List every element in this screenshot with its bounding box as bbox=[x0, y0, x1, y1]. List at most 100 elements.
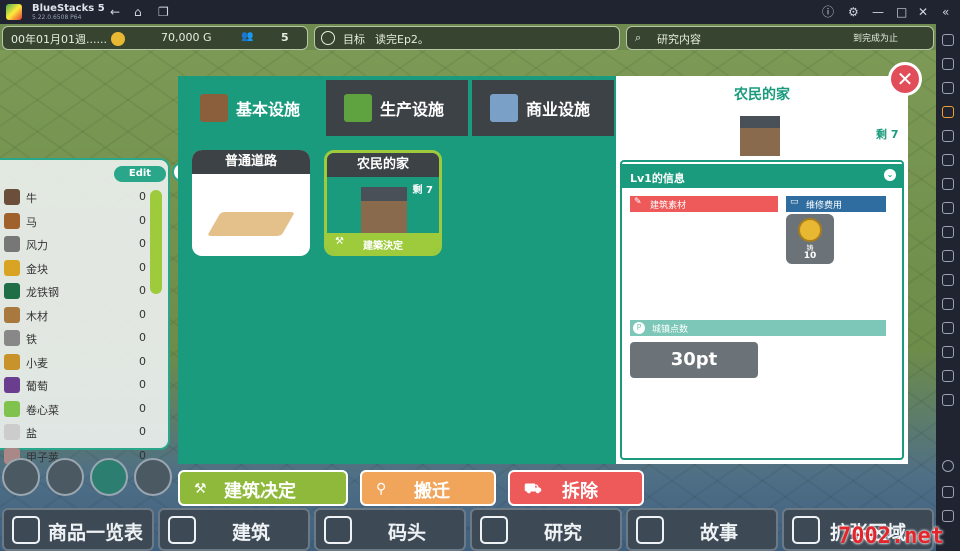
resource-item: 卷心菜 0 bbox=[4, 398, 146, 420]
hourglass-circle-button[interactable] bbox=[134, 458, 172, 496]
tools-icon bbox=[168, 516, 196, 544]
detail-house-icon bbox=[740, 116, 780, 156]
folder-icon[interactable] bbox=[942, 250, 954, 262]
sync-icon[interactable] bbox=[942, 394, 954, 406]
gamepad-icon[interactable] bbox=[942, 106, 954, 118]
settings-circle-button[interactable] bbox=[2, 458, 40, 496]
info-header[interactable]: Lv1的信息 ⌄ bbox=[622, 164, 902, 188]
card-house-footer: 建築決定 bbox=[363, 241, 403, 252]
resource-icon bbox=[4, 236, 20, 252]
points-icon: P bbox=[633, 322, 645, 334]
media-icon[interactable] bbox=[942, 274, 954, 286]
resource-value: 0 bbox=[139, 401, 146, 415]
resource-icon bbox=[4, 330, 20, 346]
resource-value: 0 bbox=[139, 190, 146, 203]
materials-bar: ✎ 建筑素材 bbox=[630, 196, 778, 212]
resource-item: 木材 0 bbox=[4, 304, 146, 326]
sidebar-home-icon[interactable] bbox=[942, 510, 954, 522]
sidebar-settings-icon[interactable] bbox=[942, 460, 954, 472]
resource-item: 马0 bbox=[4, 210, 146, 232]
resource-icon bbox=[4, 400, 20, 417]
bluestacks-logo bbox=[6, 4, 22, 20]
nav-story-label: 故事 bbox=[700, 522, 739, 544]
resource-name: 马 bbox=[26, 215, 37, 229]
resource-name: 铁 bbox=[26, 333, 37, 346]
nav-build[interactable]: 建筑 bbox=[158, 508, 310, 551]
bell-icon[interactable] bbox=[942, 34, 954, 46]
minimize-icon[interactable]: — bbox=[872, 4, 884, 20]
resource-item: 风力 0 bbox=[4, 233, 146, 255]
tab-commerce-label: 商业设施 bbox=[526, 100, 591, 119]
apk-icon[interactable] bbox=[942, 202, 954, 214]
upkeep-value: 10 bbox=[803, 251, 817, 261]
resource-icon bbox=[4, 259, 20, 276]
build-confirm-button[interactable]: ⚒ 建筑决定 bbox=[178, 470, 348, 506]
goal-text: 读完Ep2。 bbox=[375, 33, 429, 46]
people-circle-button[interactable] bbox=[46, 458, 84, 496]
close-window-icon[interactable]: ✕ bbox=[918, 4, 928, 20]
resource-icon bbox=[4, 212, 20, 229]
resource-icon bbox=[4, 283, 20, 299]
settings-icon[interactable]: ⚙ bbox=[848, 4, 859, 20]
tab-basic[interactable]: 基本设施 bbox=[182, 80, 322, 136]
resource-name: 牛 bbox=[26, 192, 37, 205]
resource-value: 0 bbox=[139, 331, 146, 344]
multi-instance-icon[interactable] bbox=[942, 178, 954, 190]
shop-icon bbox=[490, 94, 518, 122]
game-date: 00年01月01週...... bbox=[11, 33, 107, 46]
goal-hud[interactable]: 目标 读完Ep2。 bbox=[314, 26, 620, 50]
resource-name: 木材 bbox=[26, 309, 48, 323]
status-hud: 00年01月01週...... 70,000 G 👥 5 bbox=[2, 26, 308, 50]
home-icon[interactable]: ⌂ bbox=[134, 4, 142, 20]
chevron-down-icon: ⌄ bbox=[884, 169, 896, 181]
sidebar-back-icon[interactable] bbox=[942, 486, 954, 498]
maximize-icon[interactable]: □ bbox=[896, 4, 907, 20]
gold-coin-icon bbox=[798, 218, 822, 242]
nav-story[interactable]: 故事 bbox=[626, 508, 778, 551]
tab-production[interactable]: 生产设施 bbox=[326, 80, 468, 136]
battery-icon: ▭ bbox=[790, 197, 799, 207]
nav-research[interactable]: 研究 bbox=[470, 508, 622, 551]
resource-item: 小麦 0 bbox=[4, 351, 146, 373]
keyboard-icon[interactable] bbox=[942, 82, 954, 94]
recent-apps-icon[interactable]: ❐ bbox=[158, 4, 169, 20]
view-circle-button[interactable] bbox=[90, 458, 128, 496]
coin-icon bbox=[111, 32, 125, 46]
close-icon[interactable]: ✕ bbox=[888, 62, 922, 96]
resource-value: 0 bbox=[139, 260, 146, 274]
relocate-button[interactable]: ⚲ 搬迁 bbox=[360, 470, 496, 506]
card-farmer-house[interactable]: 农民的家 剩 7 ⚒ 建築決定 bbox=[324, 150, 442, 256]
research-status: 到完成为止 bbox=[853, 34, 899, 44]
tab-basic-label: 基本设施 bbox=[236, 100, 301, 119]
back-icon[interactable]: ← bbox=[110, 4, 120, 20]
help-icon[interactable]: ⓘ bbox=[822, 4, 834, 20]
population-count: 5 bbox=[281, 31, 289, 44]
nav-goods-label: 商品一览表 bbox=[48, 522, 144, 544]
screenshot-icon[interactable] bbox=[942, 226, 954, 238]
record-icon[interactable] bbox=[942, 130, 954, 142]
demolish-button[interactable]: ⛟ 拆除 bbox=[508, 470, 644, 506]
edit-button[interactable]: Edit bbox=[114, 166, 166, 182]
nav-build-label: 建筑 bbox=[232, 522, 271, 544]
resource-name: 风力 bbox=[26, 239, 48, 252]
airplane-icon[interactable] bbox=[942, 298, 954, 310]
eco-icon[interactable] bbox=[942, 346, 954, 358]
tab-commerce[interactable]: 商业设施 bbox=[472, 80, 614, 136]
layers-icon[interactable] bbox=[942, 370, 954, 382]
macro-icon[interactable] bbox=[942, 154, 954, 166]
collapse-sidebar-icon[interactable]: « bbox=[942, 4, 949, 20]
list-scrollbar[interactable] bbox=[150, 190, 162, 294]
card-road[interactable]: 普通道路 bbox=[192, 150, 310, 256]
volume-icon[interactable] bbox=[942, 58, 954, 70]
resource-item: 铁0 bbox=[4, 327, 146, 349]
resource-list: Edit 牛 0 马 0 风力 0 金块 0 龙铁钢 0 木材 0 铁 0 小麦 0 葡萄 0 卷心菜 0 盐 0 甲子荚 0 bbox=[0, 158, 170, 464]
goal-label: 目标 bbox=[343, 33, 365, 46]
site-watermark: 7002.net bbox=[838, 524, 944, 549]
nav-goods-list[interactable]: 商品一览表 bbox=[2, 508, 154, 551]
resize-icon[interactable] bbox=[942, 322, 954, 334]
farmer-house-icon bbox=[361, 187, 407, 233]
nav-harbor[interactable]: 码头 bbox=[314, 508, 466, 551]
magnifier-icon bbox=[480, 516, 508, 544]
research-hud[interactable]: ⌕ 研究内容 到完成为止 bbox=[626, 26, 934, 50]
emulator-titlebar: BlueStacks 5 5.22.0.6508 P64 ← ⌂ ❐ ⓘ ⚙ —… bbox=[0, 0, 960, 24]
